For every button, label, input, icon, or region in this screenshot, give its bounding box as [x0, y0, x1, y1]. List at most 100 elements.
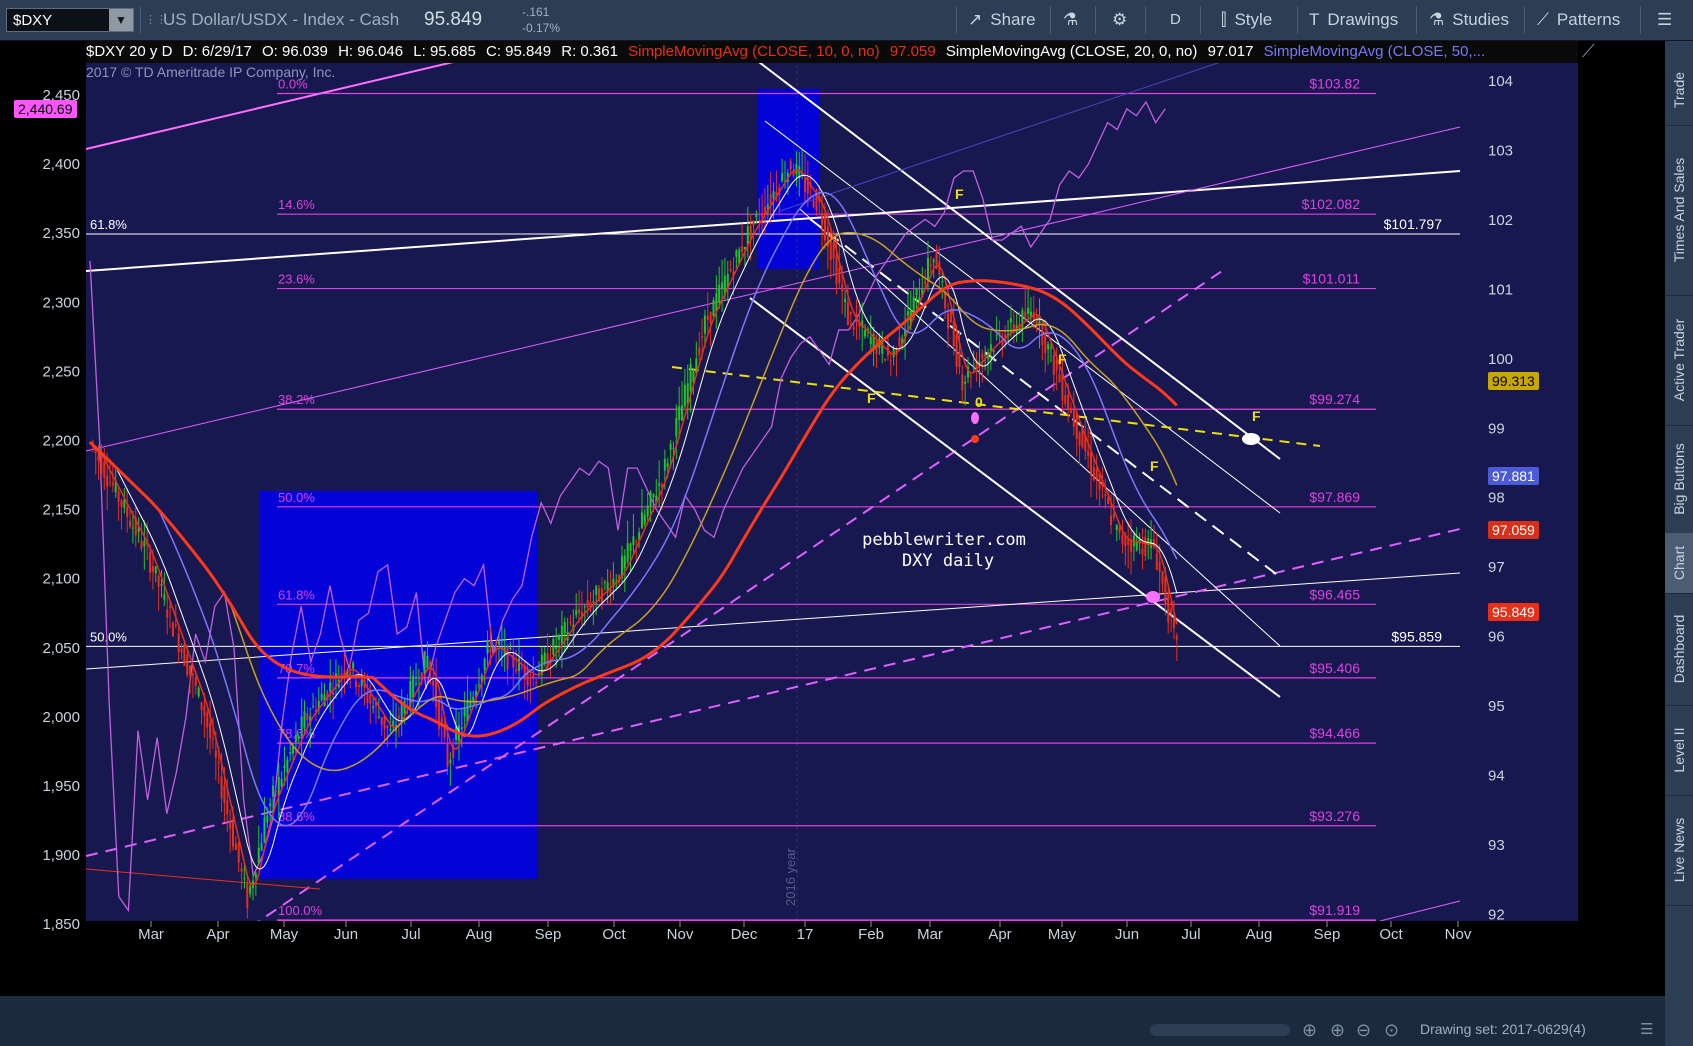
- candle-body: [526, 668, 529, 686]
- x-axis-label: Aug: [466, 926, 493, 943]
- toolbar-divider: [1640, 6, 1641, 34]
- candle-body: [958, 351, 961, 367]
- legend-sma20[interactable]: SimpleMovingAvg (CLOSE, 20, 0, no): [946, 43, 1198, 60]
- candle-body: [906, 311, 909, 316]
- sidebar-tab-times-and-sales[interactable]: Times And Sales: [1665, 125, 1693, 296]
- sidebar-tab-label: Big Buttons: [1671, 443, 1687, 515]
- sidebar-tab-big-buttons[interactable]: Big Buttons: [1665, 425, 1693, 534]
- legend-sma10[interactable]: SimpleMovingAvg (CLOSE, 10, 0, no): [628, 43, 880, 60]
- candle-body: [666, 463, 669, 468]
- candle-body: [681, 405, 684, 421]
- candle-body: [758, 219, 761, 222]
- candle-body: [303, 711, 306, 728]
- f-marker: F: [955, 186, 964, 202]
- candle-body: [824, 214, 827, 241]
- candle-body: [1049, 347, 1052, 349]
- candle-body: [1072, 410, 1075, 427]
- candle-body: [297, 736, 300, 739]
- candle-body: [214, 750, 217, 759]
- toolbar-divider: [1145, 6, 1146, 34]
- candle-body: [538, 675, 541, 677]
- left-axis-tick: 2,050: [42, 640, 80, 657]
- toolbar-divider: [1297, 6, 1298, 34]
- candle-body: [109, 482, 112, 484]
- candle-body: [372, 706, 375, 709]
- candle-body: [306, 713, 309, 721]
- sidebar-tab-dashboard[interactable]: Dashboard: [1665, 593, 1693, 706]
- candle-body: [769, 194, 772, 205]
- candle-body: [947, 313, 949, 329]
- symbol-input[interactable]: $DXY ▼: [6, 8, 134, 32]
- candle-body: [120, 500, 123, 507]
- flask-icon: ⚗: [1429, 10, 1445, 29]
- flask-button[interactable]: ⚗: [1063, 0, 1078, 40]
- sidebar-tab-trade[interactable]: Trade: [1665, 55, 1693, 126]
- drawings-label: Drawings: [1327, 10, 1399, 29]
- draw-tool-icon[interactable]: ⟋: [1582, 41, 1595, 62]
- settings-button[interactable]: ⚙: [1112, 0, 1127, 40]
- zoom-fit-icon[interactable]: ⊙: [1384, 1020, 1399, 1041]
- menu-icon[interactable]: ☰: [1640, 1020, 1653, 1038]
- candle-body: [772, 191, 775, 199]
- fib-pct-label: 88.6%: [278, 809, 315, 824]
- candle-body: [864, 330, 867, 337]
- candle-body: [558, 636, 561, 640]
- x-axis-label: Nov: [1445, 926, 1472, 943]
- candle-body: [266, 815, 269, 823]
- candle-body: [166, 609, 169, 618]
- candle-body: [240, 868, 243, 872]
- patterns-button[interactable]: ⟋ Patterns: [1537, 0, 1620, 40]
- candle-body: [151, 566, 154, 572]
- legend-sma50[interactable]: SimpleMovingAvg (CLOSE, 50,...: [1264, 43, 1485, 60]
- candle-body: [495, 643, 498, 645]
- candle-body: [672, 447, 675, 449]
- drawings-button[interactable]: T Drawings: [1309, 0, 1398, 40]
- candle-body: [383, 716, 386, 729]
- style-button[interactable]: ⫿ Style: [1221, 0, 1272, 40]
- candle-body: [721, 282, 724, 289]
- sidebar-tab-active-trader[interactable]: Active Trader: [1665, 295, 1693, 426]
- share-button[interactable]: ↗ Share: [968, 0, 1036, 40]
- sidebar-tab-level-ii[interactable]: Level II: [1665, 705, 1693, 796]
- white-level-price: $95.859: [1391, 628, 1442, 644]
- scrollbar[interactable]: [1150, 1024, 1290, 1036]
- candle-body: [386, 725, 389, 728]
- candle-body: [289, 752, 292, 754]
- candle-body: [603, 581, 606, 583]
- candle-body: [229, 820, 232, 829]
- legend-open: O: 96.039: [262, 43, 328, 60]
- menu-button[interactable]: ☰: [1657, 0, 1672, 40]
- candle-body: [592, 601, 595, 603]
- candle-body: [869, 336, 872, 345]
- price-chart[interactable]: 0.0% $103.8214.6% $102.08223.6% $101.01138.…: [0, 41, 1665, 1018]
- left-axis-tick: 2,100: [42, 571, 80, 588]
- sidebar-tab-live-news[interactable]: Live News: [1665, 795, 1693, 906]
- candle-body: [234, 843, 237, 850]
- x-axis-label: Nov: [667, 926, 694, 943]
- symbol-dropdown-icon[interactable]: ▼: [109, 9, 133, 31]
- drawing-set-label[interactable]: Drawing set: 2017-0629(4): [1420, 1021, 1586, 1037]
- x-axis-label: Jun: [334, 926, 358, 943]
- zoom-out-icon[interactable]: ⊖: [1356, 1020, 1371, 1041]
- sidebar-tab-chart[interactable]: Chart: [1665, 533, 1693, 594]
- left-axis-tick: 2,350: [42, 225, 80, 242]
- candle-body: [1161, 571, 1164, 584]
- period-button[interactable]: D: [1170, 0, 1181, 40]
- candle-body: [821, 212, 824, 225]
- zoom-in-icon[interactable]: ⊕: [1330, 1020, 1345, 1041]
- candle-body: [675, 418, 678, 437]
- candle-body: [1115, 524, 1118, 531]
- candle-body: [506, 646, 509, 670]
- candle-body: [497, 641, 500, 645]
- candle-body: [1110, 515, 1113, 526]
- candle-body: [640, 512, 643, 529]
- candle-body: [1112, 514, 1115, 518]
- studies-button[interactable]: ⚗ Studies: [1429, 0, 1509, 40]
- crosshair-icon[interactable]: ⊕: [1302, 1020, 1317, 1041]
- last-price: 95.849: [424, 9, 483, 30]
- candle-body: [1067, 394, 1070, 411]
- fib-pct-label: 23.6%: [278, 272, 315, 287]
- flask-icon: ⚗: [1063, 10, 1079, 29]
- x-axis-label: Sep: [1314, 926, 1341, 943]
- candle-body: [1155, 553, 1158, 570]
